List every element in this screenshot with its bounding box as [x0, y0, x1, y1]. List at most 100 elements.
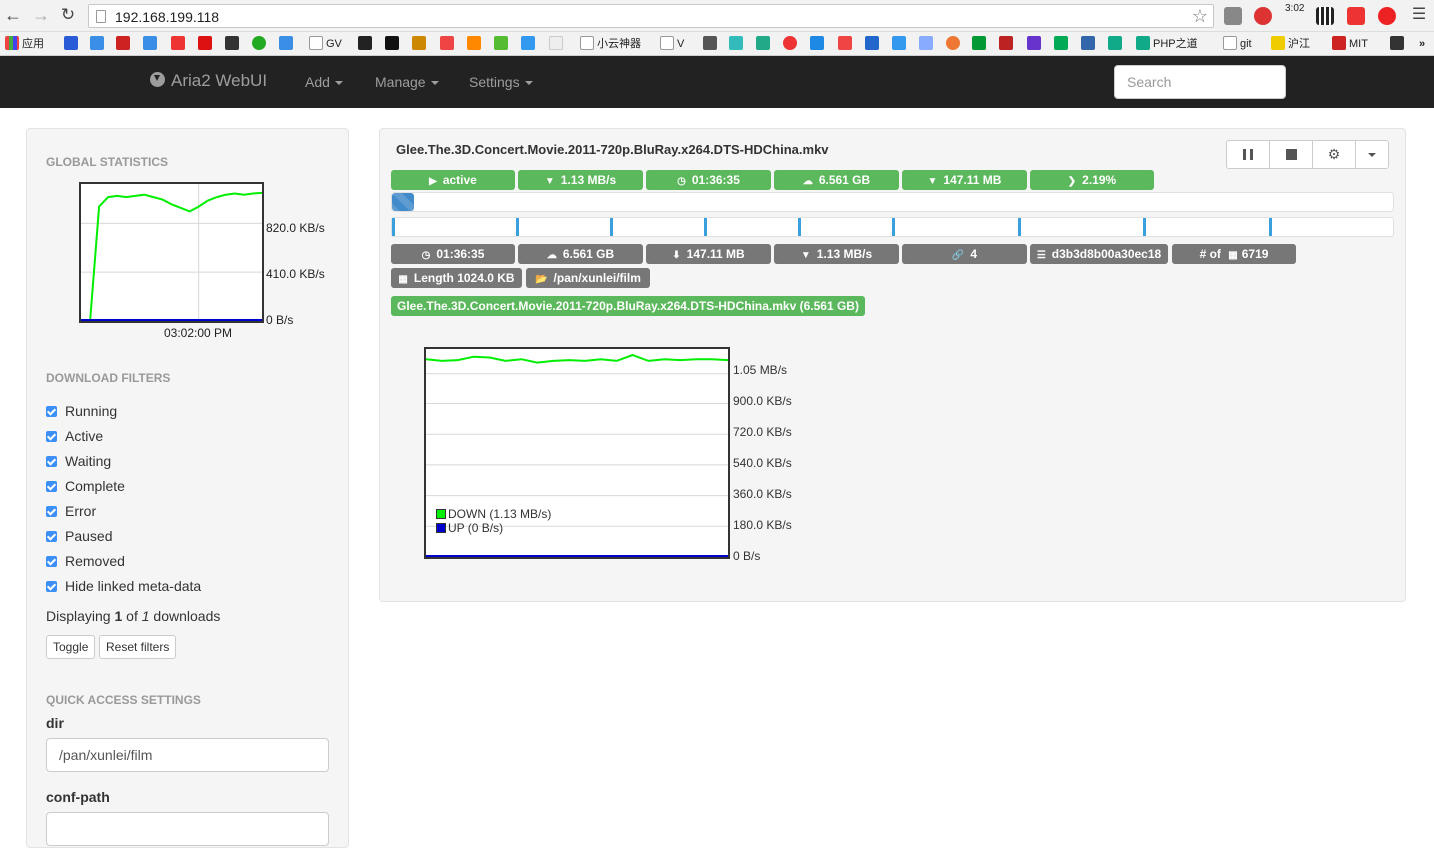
php-check-icon	[1136, 36, 1150, 50]
url-text[interactable]: 192.168.199.118	[115, 9, 219, 25]
file-entry[interactable]: Glee.The.3D.Concert.Movie.2011-720p.BluR…	[391, 296, 865, 316]
qr-code-icon[interactable]	[1316, 7, 1334, 25]
todo-check-icon[interactable]	[1378, 7, 1396, 25]
bookmark-dark2[interactable]	[1390, 36, 1407, 52]
bookmark-ubuntu[interactable]	[946, 36, 963, 52]
checkbox-checked-icon[interactable]	[46, 531, 57, 542]
brand-label: Aria2 WebUI	[171, 71, 268, 90]
purple-icon	[1027, 36, 1041, 50]
filter-complete[interactable]: Complete	[46, 478, 125, 494]
filter-paused[interactable]: Paused	[46, 528, 112, 544]
bookmark-m[interactable]	[385, 36, 402, 52]
bookmark-dark[interactable]	[225, 36, 242, 52]
bookmark-pocket[interactable]	[838, 36, 855, 52]
download-icon: ⬇	[672, 250, 681, 261]
bookmark-star-icon[interactable]: ☆	[1192, 6, 1208, 27]
checkbox-checked-icon[interactable]	[46, 556, 57, 567]
bookmark-green[interactable]	[252, 36, 269, 52]
bookmark-zhihu[interactable]	[810, 36, 827, 52]
bookmark-tv[interactable]	[521, 36, 538, 52]
bookmark-bear[interactable]	[729, 36, 746, 52]
stop-button[interactable]	[1270, 141, 1313, 168]
bookmark-ie[interactable]	[143, 36, 160, 52]
toggle-filters-button[interactable]: Toggle	[46, 635, 96, 659]
bookmark-run[interactable]	[412, 36, 429, 52]
bookmark-sa[interactable]	[116, 36, 133, 52]
reload-icon[interactable]: ↻	[59, 6, 77, 24]
bookmark-xiaoyun[interactable]: 小云神器	[580, 36, 641, 52]
bookmark-mit[interactable]: MIT	[1332, 36, 1368, 52]
reset-filters-button[interactable]: Reset filters	[99, 635, 177, 659]
filter-hide-linked[interactable]: Hide linked meta-data	[46, 578, 201, 594]
arrow-icon	[865, 36, 879, 50]
bookmark-hujiang[interactable]: 沪江	[1271, 36, 1310, 52]
bookmark-check[interactable]	[1108, 36, 1125, 52]
clock-extension[interactable]: 3:02	[1285, 3, 1304, 14]
bookmark-no[interactable]	[999, 36, 1016, 52]
download-circle-icon: ▼	[927, 176, 938, 187]
checkbox-checked-icon[interactable]	[46, 481, 57, 492]
bookmark-t2[interactable]	[198, 36, 215, 52]
filter-waiting[interactable]: Waiting	[46, 453, 111, 469]
apps-grid-icon	[5, 36, 19, 50]
download-actions: ⚙	[1226, 140, 1389, 169]
fe-icon[interactable]	[1347, 7, 1365, 25]
bookmark-t1[interactable]	[171, 36, 188, 52]
bookmark-weibo[interactable]	[783, 36, 800, 52]
bookmark-purple[interactable]	[1027, 36, 1044, 52]
search-input[interactable]	[1114, 65, 1286, 99]
filter-running[interactable]: Running	[46, 403, 117, 419]
bookmark-v[interactable]: V	[660, 36, 684, 52]
checkbox-checked-icon[interactable]	[46, 431, 57, 442]
checkbox-checked-icon[interactable]	[46, 406, 57, 417]
filter-active[interactable]: Active	[46, 428, 103, 444]
bookmark-arrow[interactable]	[865, 36, 882, 52]
run-icon	[412, 36, 426, 50]
dir-input[interactable]	[46, 738, 329, 772]
menu-settings[interactable]: Settings	[469, 74, 533, 90]
bookmark-tc[interactable]	[1054, 36, 1071, 52]
bookmark-people[interactable]	[279, 36, 296, 52]
pause-button[interactable]	[1227, 141, 1270, 168]
bookmark-cloud[interactable]	[90, 36, 107, 52]
bookmark-git[interactable]: git	[1223, 36, 1252, 52]
forward-icon[interactable]: →	[32, 6, 50, 24]
bookmark-js[interactable]	[1081, 36, 1098, 52]
adblock-icon[interactable]	[1254, 7, 1272, 25]
menu-manage[interactable]: Manage	[375, 74, 439, 90]
menu-icon[interactable]: ☰	[1410, 6, 1428, 24]
conf-path-input[interactable]	[46, 812, 329, 846]
progress-fill	[392, 193, 414, 211]
cloud-icon	[90, 36, 104, 50]
bookmark-ci[interactable]	[919, 36, 936, 52]
settings-button[interactable]: ⚙	[1313, 141, 1356, 168]
checkbox-checked-icon[interactable]	[46, 506, 57, 517]
bookmark-php[interactable]: PHP之道	[1136, 36, 1198, 52]
bookmark-d[interactable]	[358, 36, 375, 52]
checkbox-checked-icon[interactable]	[46, 456, 57, 467]
bookmark-b[interactable]	[756, 36, 773, 52]
back-icon[interactable]: ←	[4, 6, 22, 24]
bookmark-slack[interactable]	[494, 36, 511, 52]
checkbox-checked-icon[interactable]	[46, 581, 57, 592]
brand[interactable]: Aria2 WebUI	[150, 71, 267, 91]
filter-error[interactable]: Error	[46, 503, 96, 519]
bookmark-anchor[interactable]	[892, 36, 909, 52]
menu-add[interactable]: Add	[305, 74, 343, 90]
eta-detail-badge: ◷ 01:36:35	[391, 244, 515, 264]
more-dropdown-button[interactable]	[1356, 141, 1388, 168]
bookmarks-more[interactable]: »	[1419, 36, 1425, 52]
address-bar[interactable]: 192.168.199.118 ☆	[88, 4, 1214, 28]
bookmark-pen[interactable]	[440, 36, 457, 52]
filter-removed[interactable]: Removed	[46, 553, 125, 569]
bookmark-apps[interactable]: 应用	[5, 36, 44, 52]
pocket-icon[interactable]	[1224, 7, 1242, 25]
bookmark-kitty[interactable]	[549, 36, 566, 52]
bear-icon	[729, 36, 743, 50]
bookmark-baidu[interactable]	[64, 36, 81, 52]
bookmark-gv[interactable]: GV	[309, 36, 342, 52]
bookmark-sf[interactable]	[972, 36, 989, 52]
bookmark-stack[interactable]	[467, 36, 484, 52]
bookmark-mail[interactable]	[703, 36, 720, 52]
download-speed-icon: ▼	[544, 176, 555, 187]
